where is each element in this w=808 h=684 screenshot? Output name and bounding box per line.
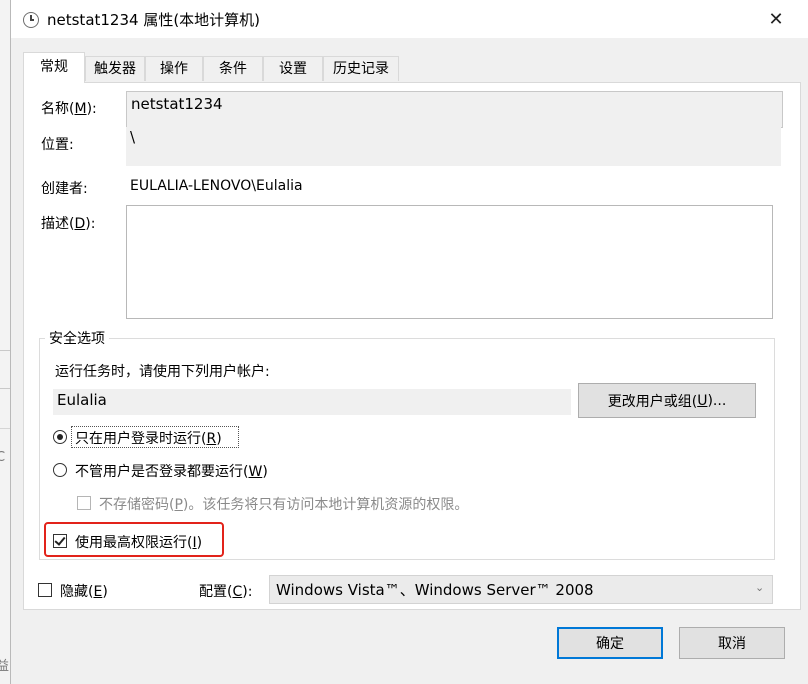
name-field[interactable]: netstat1234 xyxy=(126,91,783,128)
no-store-password-checkbox[interactable] xyxy=(77,496,91,510)
background-text: 益 xyxy=(0,659,10,674)
tab-conditions[interactable]: 条件 xyxy=(203,56,263,81)
change-user-button[interactable]: 更改用户或组(U)... xyxy=(578,383,756,418)
highlight-annotation xyxy=(44,522,224,557)
tab-actions[interactable]: 操作 xyxy=(145,56,203,81)
run-as-label: 运行任务时，请使用下列用户帐户: xyxy=(55,364,270,380)
creator-value: EULALIA-LENOVO\Eulalia xyxy=(130,178,303,194)
name-label: 名称(M): xyxy=(41,101,97,117)
location-label: 位置: xyxy=(41,137,74,153)
close-button[interactable]: ✕ xyxy=(761,5,791,33)
user-account-field: Eulalia xyxy=(53,389,571,415)
chevron-down-icon: ⌄ xyxy=(755,581,765,594)
config-label: 配置(C): xyxy=(199,584,253,600)
description-field[interactable] xyxy=(126,205,773,319)
background-text: C xyxy=(0,450,6,465)
close-icon: ✕ xyxy=(768,8,784,30)
hidden-checkbox[interactable] xyxy=(38,583,52,597)
location-field: \ xyxy=(126,127,781,166)
clock-icon xyxy=(23,12,39,28)
radio-run-whether-logged-label[interactable]: 不管用户是否登录都要运行(W) xyxy=(75,461,268,481)
radio-run-logged-on-label[interactable]: 只在用户登录时运行(R) xyxy=(75,428,222,448)
tab-history[interactable]: 历史记录 xyxy=(323,56,399,81)
config-select[interactable]: Windows Vista™、Windows Server™ 2008 xyxy=(269,575,773,604)
tab-settings[interactable]: 设置 xyxy=(263,56,323,81)
security-options-title: 安全选项 xyxy=(45,328,109,348)
background-divider xyxy=(0,388,10,389)
background-window-edge xyxy=(0,0,10,684)
properties-dialog: netstat1234 属性(本地计算机) ✕ 常规 触发器 操作 条件 设置 … xyxy=(10,0,808,684)
creator-label: 创建者: xyxy=(41,181,88,197)
tab-general[interactable]: 常规 xyxy=(23,52,85,83)
title-bar[interactable]: netstat1234 属性(本地计算机) ✕ xyxy=(11,0,808,38)
tab-triggers[interactable]: 触发器 xyxy=(85,56,145,81)
ok-button[interactable]: 确定 xyxy=(557,627,663,659)
no-store-password-label: 不存储密码(P)。该任务将只有访问本地计算机资源的权限。 xyxy=(99,497,469,513)
background-divider xyxy=(0,350,10,351)
radio-run-logged-on[interactable] xyxy=(53,430,67,444)
window-title: netstat1234 属性(本地计算机) xyxy=(47,11,261,29)
radio-run-whether-logged[interactable] xyxy=(53,463,67,477)
background-divider xyxy=(0,428,10,429)
description-label: 描述(D): xyxy=(41,216,96,232)
cancel-button[interactable]: 取消 xyxy=(679,627,785,659)
hidden-label[interactable]: 隐藏(E) xyxy=(60,581,108,601)
